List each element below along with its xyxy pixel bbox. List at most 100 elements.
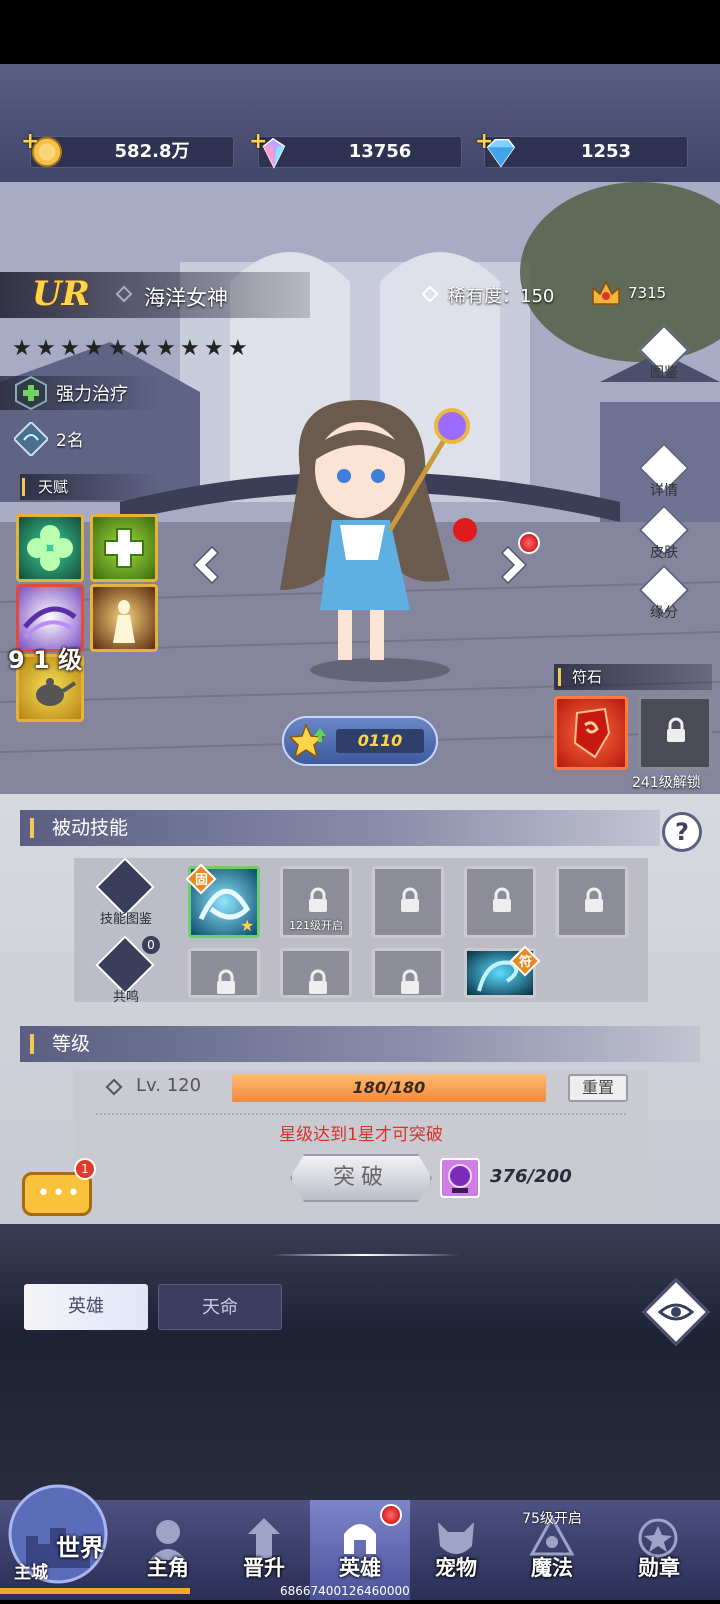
level-exp-bar: 180/180 xyxy=(232,1074,546,1102)
eye-icon xyxy=(658,1303,694,1321)
lock-icon xyxy=(667,717,685,742)
rune-unlock-text: 241级解锁 xyxy=(632,775,701,791)
nav-world-city[interactable]: 世界 主城 xyxy=(0,1472,118,1600)
nav-protagonist-label: 主角 xyxy=(147,1556,189,1580)
passive-skill-header: 被动技能 xyxy=(20,810,660,846)
prev-hero-arrow-icon[interactable] xyxy=(190,545,226,585)
help-button[interactable]: ? xyxy=(662,812,702,852)
skin-label: 皮肤 xyxy=(650,545,678,561)
star-up-icon xyxy=(290,723,326,759)
breakthrough-hint: 星级达到1星才可突破 xyxy=(279,1125,443,1145)
resonance-count: 0 xyxy=(142,936,160,954)
star-icon: ★ xyxy=(60,336,80,361)
diamond-currency[interactable]: + 1253 xyxy=(475,129,688,168)
rune-slot-locked[interactable] xyxy=(638,696,712,770)
nav-hero-label: 英雄 xyxy=(339,1556,381,1580)
gold-value: 582.8万 xyxy=(114,141,190,162)
gem-value: 13756 xyxy=(348,141,412,162)
status-bar xyxy=(0,0,720,64)
decorative-divider xyxy=(270,1254,460,1256)
talent-slot-goddess[interactable] xyxy=(90,584,158,652)
fire-rune-icon xyxy=(573,707,611,759)
level-divider xyxy=(96,1113,626,1115)
purple-orb-icon xyxy=(440,1158,480,1198)
add-gold-icon[interactable]: + xyxy=(21,129,39,154)
gem-currency[interactable]: + 13756 xyxy=(249,129,462,169)
level-value: Lv. 120 xyxy=(136,1075,202,1096)
passive-skill-slot-4[interactable] xyxy=(464,866,536,938)
hero-star-row: ★ ★ ★ ★ ★ ★ ★ ★ ★ ★ xyxy=(12,338,252,360)
add-diamond-icon[interactable]: + xyxy=(475,129,493,154)
level-title: 等级 xyxy=(52,1033,91,1055)
passive-skill-slot-6[interactable] xyxy=(188,948,260,998)
add-gem-icon[interactable]: + xyxy=(249,129,267,154)
nav-hero-notification-dot xyxy=(380,1504,402,1526)
breakthrough-cost: 376/200 xyxy=(490,1166,572,1187)
exp-value: 0110 xyxy=(336,729,424,753)
star-icon: ★ xyxy=(180,336,200,361)
talent-slot-heal-aura[interactable] xyxy=(16,514,84,582)
lock-icon xyxy=(309,887,327,912)
passive-skill-title: 被动技能 xyxy=(52,817,129,839)
lock-icon xyxy=(493,887,511,912)
nav-pet[interactable]: 宠物 xyxy=(406,1500,506,1600)
gold-currency[interactable]: + 582.8万 xyxy=(21,129,234,168)
nav-magic[interactable]: 魔法 75级开启 xyxy=(502,1500,602,1600)
skill-library-button[interactable]: 技能图鉴 xyxy=(94,857,156,927)
hero-character-art xyxy=(280,400,477,682)
nav-protagonist[interactable]: 主角 xyxy=(118,1500,218,1600)
goddess-silhouette-icon xyxy=(113,600,135,643)
star-icon: ★ xyxy=(36,336,56,361)
hero-power: 7315 xyxy=(628,284,667,302)
diamond-value: 1253 xyxy=(580,141,632,162)
passive-skill-slot-3[interactable] xyxy=(372,866,444,938)
hero-role: 强力治疗 xyxy=(56,384,128,405)
resonance-label: 共鸣 xyxy=(112,990,139,1005)
passive-skill-slot-7[interactable] xyxy=(280,948,352,998)
codex-label: 图鉴 xyxy=(650,365,678,381)
tab-fate[interactable]: 天命 xyxy=(158,1284,282,1330)
level-header: 等级 xyxy=(20,1026,700,1062)
details-label: 详情 xyxy=(650,483,678,499)
rune-header-mark xyxy=(558,668,561,686)
magic-unlock-text: 75级开启 xyxy=(522,1511,582,1527)
tab-hero[interactable]: 英雄 xyxy=(24,1284,148,1330)
lock-icon xyxy=(217,969,235,994)
hero-rarity: 稀有度：150 xyxy=(448,286,555,307)
hero-rank: UR xyxy=(32,274,90,314)
rune-label: 符石 xyxy=(572,668,603,686)
footer-progress xyxy=(0,1588,190,1594)
star-icon: ★ xyxy=(228,336,248,361)
lock-icon xyxy=(309,969,327,994)
star-icon: ★ xyxy=(84,336,104,361)
skill-library-label: 技能图鉴 xyxy=(99,912,152,927)
passive-skill-slot-8[interactable] xyxy=(372,948,444,998)
chat-badge: 1 xyxy=(74,1158,96,1180)
talent-label: 天赋 xyxy=(38,478,69,496)
resonance-button[interactable]: 0 共鸣 xyxy=(94,935,160,1005)
clover-heal-icon xyxy=(27,525,73,571)
lock-icon xyxy=(585,887,603,912)
chat-dots-icon: ••• xyxy=(37,1181,82,1206)
star-icon: ★ xyxy=(12,336,32,361)
rune-slot-fire[interactable] xyxy=(554,696,628,770)
passive-skill-slot-2[interactable]: 121级开启 xyxy=(280,866,352,938)
reset-button[interactable]: 重置 xyxy=(568,1074,628,1102)
nav-promotion-label: 晋升 xyxy=(243,1556,285,1580)
crown-power-icon xyxy=(592,280,620,305)
passive-skill-slot-5[interactable] xyxy=(556,866,628,938)
plus-heal-icon xyxy=(104,528,144,568)
hero-name: 海洋女神 xyxy=(144,286,228,310)
rune-skill-label: 符 xyxy=(519,955,533,970)
footer-id: 68667400126460000 xyxy=(280,1584,410,1598)
water-element-icon xyxy=(14,422,48,456)
nav-medal[interactable]: 勋章 xyxy=(598,1500,720,1600)
nav-medal-label: 勋章 xyxy=(638,1556,680,1580)
fixed-skill-label: 固 xyxy=(195,873,209,888)
nav-world-label: 世界 xyxy=(56,1534,104,1562)
talent-slot-heal-plus[interactable] xyxy=(90,514,158,582)
lock-icon xyxy=(401,969,419,994)
breakthrough-button[interactable]: 突破 xyxy=(290,1154,432,1202)
bond-label: 缘分 xyxy=(650,605,678,621)
heal-role-icon xyxy=(15,376,47,410)
